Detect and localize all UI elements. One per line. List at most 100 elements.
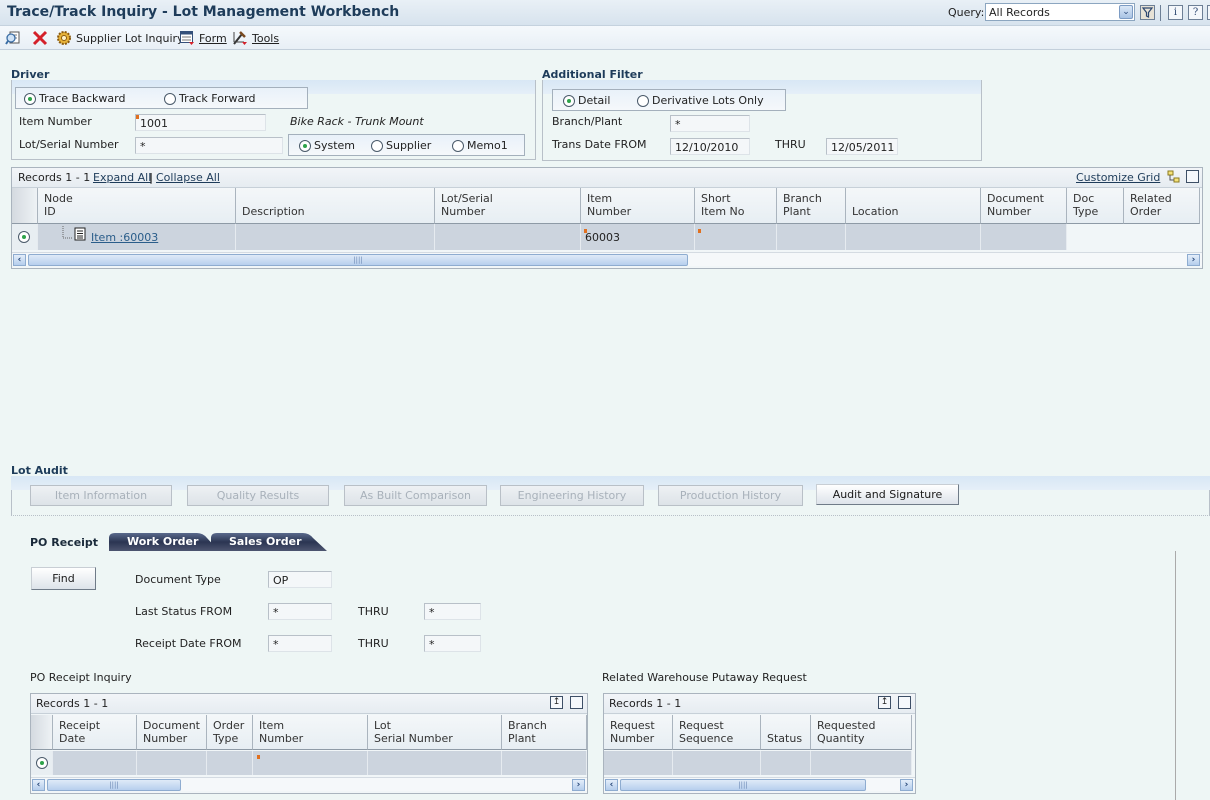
col-item-number[interactable]: Item Number (253, 715, 368, 750)
memo1-radio[interactable]: Memo1 (452, 139, 508, 152)
quality-results-button[interactable]: Quality Results (187, 485, 329, 506)
col-receipt-date[interactable]: Receipt Date (53, 715, 137, 750)
receipt-date-thru-input[interactable]: * (424, 635, 481, 652)
scroll-thumb[interactable]: |||| (28, 254, 688, 266)
po-grid-header-bar: Records 1 - 1 ↥ (31, 694, 587, 714)
memo1-label: Memo1 (467, 139, 508, 152)
trace-grid: Records 1 - 1 Expand All | Collapse All … (11, 167, 1203, 269)
maximize-icon[interactable] (898, 696, 911, 709)
col-lot-serial[interactable]: Lot/Serial Number (435, 188, 581, 224)
derivative-lots-radio[interactable]: Derivative Lots Only (637, 94, 764, 107)
tab-sales-order[interactable]: Sales Order (211, 532, 327, 551)
lot-serial-input[interactable]: * (135, 137, 283, 154)
help-icon[interactable]: ? (1188, 5, 1203, 20)
filter-icon[interactable] (1140, 5, 1155, 20)
scroll-right-arrow[interactable]: › (572, 779, 585, 791)
tree-connector (62, 226, 73, 239)
item-number-input[interactable]: 1001 (135, 114, 266, 131)
last-status-from-input[interactable]: * (268, 603, 332, 620)
node-link[interactable]: Item :60003 (91, 231, 158, 244)
col-status[interactable]: Status (761, 715, 811, 750)
find-button[interactable]: Find (31, 567, 96, 590)
audit-signature-button[interactable]: Audit and Signature (816, 484, 959, 505)
col-location[interactable]: Location (846, 188, 981, 224)
as-built-comparison-button[interactable]: As Built Comparison (344, 485, 487, 506)
radio-icon (371, 139, 383, 152)
export-icon[interactable]: ↥ (878, 696, 891, 709)
title-bar: Trace/Track Inquiry - Lot Management Wor… (0, 0, 1210, 26)
col-related-order[interactable]: Related Order (1124, 188, 1200, 224)
scroll-thumb[interactable]: |||| (47, 779, 181, 791)
trans-date-thru-input[interactable]: 12/05/2011 (826, 138, 898, 155)
toolbar: Supplier Lot Inquiry Form Tools (0, 26, 1210, 50)
col-lot-serial[interactable]: Lot Serial Number (368, 715, 502, 750)
last-status-thru-input[interactable]: * (424, 603, 481, 620)
trace-backward-radio[interactable]: Trace Backward (24, 92, 125, 105)
close-button[interactable] (32, 30, 48, 46)
scroll-left-arrow[interactable]: ‹ (13, 254, 26, 266)
collapse-all-link[interactable]: Collapse All (156, 171, 220, 184)
scroll-left-arrow[interactable]: ‹ (32, 779, 45, 791)
col-document-number[interactable]: Document Number (137, 715, 207, 750)
supplier-radio[interactable]: Supplier (371, 139, 431, 152)
horizontal-scrollbar[interactable]: ‹ |||| › (604, 777, 915, 791)
table-row[interactable]: Item :60003 60003 (12, 224, 1202, 250)
table-row[interactable] (31, 751, 587, 775)
trans-date-from-input[interactable]: 12/10/2010 (670, 138, 750, 155)
radio-icon (164, 92, 176, 105)
row-select-radio[interactable] (31, 751, 53, 775)
engineering-history-button[interactable]: Engineering History (500, 485, 644, 506)
system-radio[interactable]: System (299, 139, 355, 152)
scroll-right-arrow[interactable]: › (900, 779, 913, 791)
horizontal-scrollbar[interactable]: ‹ |||| › (31, 777, 587, 791)
col-document-number[interactable]: Document Number (981, 188, 1067, 224)
maximize-icon[interactable] (1186, 170, 1199, 183)
po-grid-title: PO Receipt Inquiry (30, 671, 132, 684)
col-requested-quantity[interactable]: Requested Quantity (811, 715, 912, 750)
scroll-right-arrow[interactable]: › (1187, 254, 1200, 266)
customize-grid-link[interactable]: Customize Grid (1076, 171, 1160, 184)
col-node-id[interactable]: Node ID (38, 188, 236, 224)
production-history-button[interactable]: Production History (658, 485, 803, 506)
select-button[interactable] (5, 30, 21, 46)
maximize-icon[interactable] (570, 696, 583, 709)
tab-work-order[interactable]: Work Order (109, 532, 219, 551)
trans-date-from-label: Trans Date FROM (552, 138, 647, 151)
document-type-input[interactable]: OP (268, 571, 332, 588)
track-forward-radio[interactable]: Track Forward (164, 92, 256, 105)
separator (1160, 5, 1161, 21)
table-row[interactable] (604, 751, 915, 775)
info-icon[interactable]: i (1168, 5, 1183, 20)
expand-all-link[interactable]: Expand All (93, 171, 151, 184)
tools-icon (233, 31, 247, 45)
col-request-sequence[interactable]: Request Sequence (673, 715, 761, 750)
supplier-lot-inquiry-button[interactable]: Supplier Lot Inquiry (56, 30, 184, 46)
col-short-item[interactable]: Short Item No (695, 188, 777, 224)
trans-date-thru-label: THRU (775, 138, 806, 151)
col-request-number[interactable]: Request Number (604, 715, 673, 750)
branch-plant-input[interactable]: * (670, 115, 750, 132)
export-icon[interactable]: ↥ (550, 696, 563, 709)
chevron-down-icon[interactable]: ⌄ (1119, 5, 1133, 19)
scroll-thumb[interactable]: |||| (620, 779, 866, 791)
form-menu[interactable]: Form (179, 30, 227, 46)
cell (253, 751, 368, 775)
query-select[interactable]: All Records ⌄ (985, 3, 1135, 21)
col-branch-plant[interactable]: Branch Plant (502, 715, 587, 750)
tree-view-icon[interactable] (1167, 170, 1181, 184)
query-value: All Records (989, 6, 1050, 19)
col-item-number[interactable]: Item Number (581, 188, 695, 224)
scroll-left-arrow[interactable]: ‹ (605, 779, 618, 791)
row-select-radio[interactable] (12, 224, 38, 250)
col-order-type[interactable]: Order Type (207, 715, 253, 750)
item-information-button[interactable]: Item Information (30, 485, 172, 506)
receipt-date-from-input[interactable]: * (268, 635, 332, 652)
col-doc-type[interactable]: Doc Type (1067, 188, 1124, 224)
tab-po-receipt[interactable]: PO Receipt (30, 536, 98, 549)
col-description[interactable]: Description (236, 188, 435, 224)
cell (53, 751, 137, 775)
tools-menu[interactable]: Tools (232, 30, 279, 46)
detail-radio[interactable]: Detail (563, 94, 610, 107)
col-branch-plant[interactable]: Branch Plant (777, 188, 846, 224)
horizontal-scrollbar[interactable]: ‹ |||| › (12, 252, 1202, 266)
